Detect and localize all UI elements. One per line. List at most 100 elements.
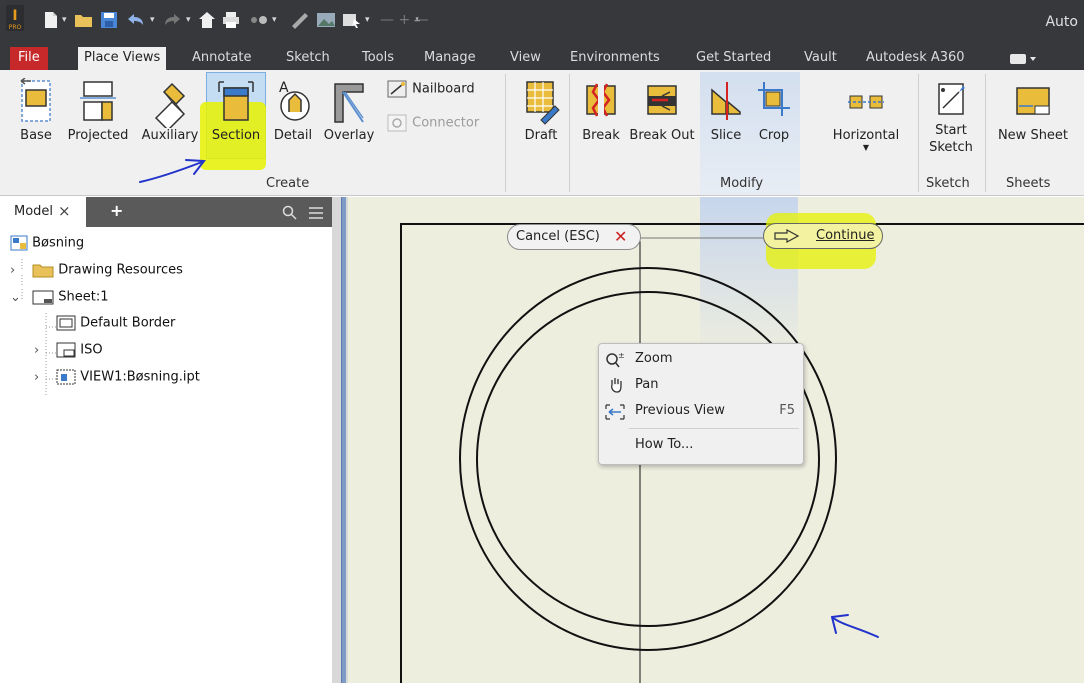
tree-item-default-border[interactable]: Default Border <box>56 315 175 331</box>
menu-icon[interactable] <box>308 206 324 220</box>
menu-item-label: Pan <box>635 377 659 392</box>
select-dropdown-icon[interactable]: ▾ <box>365 11 370 29</box>
projected-view-button[interactable]: Projected <box>62 78 134 143</box>
save-icon[interactable] <box>100 11 118 29</box>
redo-icon[interactable] <box>162 11 182 29</box>
select-icon[interactable] <box>342 11 362 29</box>
crop-icon <box>758 82 790 116</box>
panel-separator <box>985 74 986 192</box>
menu-item-pan[interactable]: Pan <box>599 372 803 398</box>
menu-item-how-to[interactable]: How To... <box>599 432 803 458</box>
update-icon[interactable] <box>248 11 270 29</box>
border-icon <box>56 315 76 331</box>
horizontal-align-button[interactable]: Horizontal ▼ <box>824 78 908 153</box>
nailboard-label: Nailboard <box>412 81 475 97</box>
folder-icon <box>32 264 54 278</box>
image-icon[interactable] <box>316 11 336 29</box>
chevron-down-icon[interactable]: ⌄ <box>10 290 28 305</box>
break-out-button[interactable]: Break Out <box>626 78 698 143</box>
ribbon-display-toggle-icon[interactable] <box>1010 53 1038 65</box>
base-view-button[interactable]: Base <box>14 78 58 143</box>
slice-button[interactable]: Slice <box>704 78 748 143</box>
connector-icon <box>387 114 407 132</box>
overlay-view-label: Overlay <box>323 128 375 143</box>
browser-splitter[interactable] <box>332 197 348 683</box>
start-sketch-icon <box>938 83 965 115</box>
add-tab-icon[interactable]: + <box>110 201 123 220</box>
connector-button[interactable]: Connector <box>386 114 496 132</box>
undo-dropdown-icon[interactable]: ▾ <box>150 11 155 29</box>
title-block-icon <box>56 342 76 358</box>
customize-qat-icon[interactable]: ⩡ <box>414 11 420 29</box>
previous-view-icon <box>605 404 625 420</box>
measure-icon[interactable] <box>290 11 310 29</box>
tab-annotate[interactable]: Annotate <box>186 47 257 70</box>
overlay-view-button[interactable]: Overlay <box>320 78 378 143</box>
draft-button[interactable]: Draft <box>516 78 566 143</box>
tab-tools[interactable]: Tools <box>356 47 400 70</box>
break-label: Break <box>582 128 620 143</box>
panel-separator <box>505 74 506 192</box>
break-button[interactable]: Break <box>576 78 626 143</box>
sheet-icon <box>32 290 54 305</box>
undo-icon[interactable] <box>126 11 146 29</box>
new-dropdown-icon[interactable]: ▾ <box>62 11 67 29</box>
tree-item-iso[interactable]: › ISO <box>34 342 103 358</box>
chevron-right-icon[interactable]: › <box>34 343 52 358</box>
menu-item-previous-view[interactable]: Previous View F5 <box>599 398 803 424</box>
tree-label: Default Border <box>80 315 176 331</box>
print-icon[interactable] <box>222 11 240 29</box>
crop-button[interactable]: Crop <box>752 78 796 143</box>
auxiliary-view-button[interactable]: Auxiliary <box>138 78 202 143</box>
tab-vault[interactable]: Vault <box>798 47 843 70</box>
draft-label: Draft <box>524 128 558 143</box>
context-menu: ± Zoom Pan Previous View F5 How To... <box>598 343 804 465</box>
tree-item-view1[interactable]: › VIEW1:Bøsning.ipt <box>34 369 200 385</box>
new-sheet-label: New Sheet <box>997 128 1069 143</box>
svg-text:A: A <box>279 80 289 96</box>
tab-sketch[interactable]: Sketch <box>280 47 336 70</box>
svg-text:PRO: PRO <box>9 24 22 31</box>
new-document-icon[interactable] <box>42 11 60 29</box>
open-icon[interactable] <box>74 11 94 29</box>
zoom-icon: ± <box>606 351 625 368</box>
tree-item-bosning[interactable]: Bøsning <box>10 235 84 251</box>
home-icon[interactable] <box>198 11 216 29</box>
update-dropdown-icon[interactable]: ▾ <box>272 11 277 29</box>
detail-view-button[interactable]: A Detail <box>268 78 318 143</box>
new-sheet-button[interactable]: New Sheet <box>988 78 1078 143</box>
tab-view[interactable]: View <box>504 47 547 70</box>
tree-item-drawing-resources[interactable]: › Drawing Resources <box>10 262 183 278</box>
browser-tab-model[interactable]: Model <box>14 204 53 219</box>
tab-manage[interactable]: Manage <box>418 47 482 70</box>
menu-item-label: Zoom <box>635 351 673 366</box>
horizontal-align-label: Horizontal <box>832 128 900 143</box>
menu-separator <box>629 428 799 429</box>
redo-dropdown-icon[interactable]: ▾ <box>186 11 191 29</box>
sheets-panel-title: Sheets <box>1006 176 1051 191</box>
search-icon[interactable] <box>282 205 298 221</box>
start-sketch-button[interactable]: Start Sketch <box>924 78 978 156</box>
close-icon: ✕ <box>614 227 628 246</box>
tab-environments[interactable]: Environments <box>564 47 666 70</box>
cancel-button[interactable]: Cancel (ESC) ✕ <box>507 224 641 250</box>
chevron-right-icon[interactable]: › <box>10 263 28 278</box>
connector-label: Connector <box>412 115 480 131</box>
menu-item-zoom[interactable]: ± Zoom <box>599 346 803 372</box>
slice-icon <box>711 82 741 120</box>
drawing-view-icon <box>56 369 76 385</box>
nailboard-button[interactable]: Nailboard <box>386 80 496 98</box>
chevron-right-icon[interactable]: › <box>34 370 52 385</box>
tab-autodesk-a360[interactable]: Autodesk A360 <box>860 47 971 70</box>
tab-get-started[interactable]: Get Started <box>690 47 777 70</box>
svg-text:±: ± <box>618 351 625 360</box>
tree-item-sheet-1[interactable]: ⌄ Sheet:1 <box>10 289 109 305</box>
continue-button[interactable]: Continue <box>763 223 883 249</box>
tab-file[interactable]: File <box>10 47 48 70</box>
section-view-button[interactable]: Section <box>206 78 266 143</box>
separator-icon: — + — <box>380 12 429 28</box>
close-tab-icon[interactable]: × <box>58 202 71 220</box>
horizontal-dropdown-icon[interactable]: ▼ <box>824 143 908 153</box>
tab-place-views[interactable]: Place Views <box>78 47 167 70</box>
projected-view-icon <box>80 81 116 121</box>
